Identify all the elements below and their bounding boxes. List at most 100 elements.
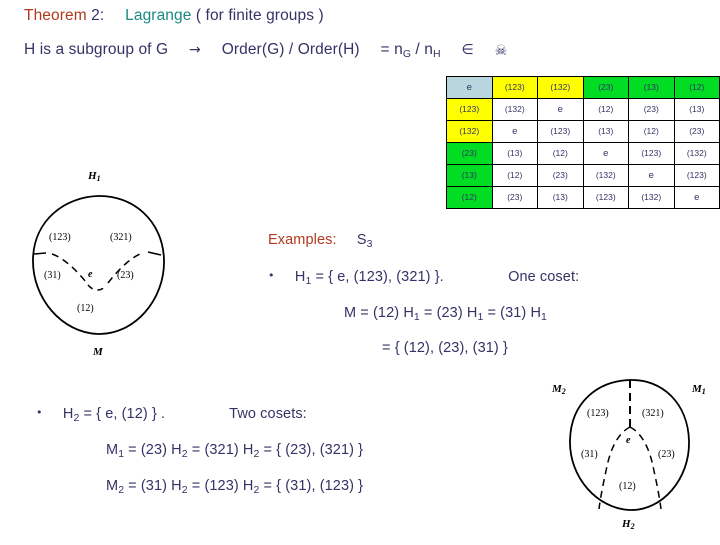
table-row: (132) e (123) (13) (12) (23)	[446, 120, 720, 143]
statement-ng: n	[394, 41, 403, 58]
table-cell: e	[491, 120, 538, 143]
cayley-table-body: e (123) (132) (23) (13) (12) (123) (132)…	[446, 76, 720, 209]
diagram-label-h2-text: H	[622, 518, 631, 530]
table-cell: (23)	[628, 98, 675, 121]
m-coset-line: M = (12) H1 = (23) H1 = (31) H1	[344, 305, 547, 323]
m2-symbol-sub: 2	[118, 483, 125, 496]
divider-inner-right	[629, 426, 662, 510]
diagram-element-123: (123)	[49, 232, 71, 243]
m-coset-sub3: 1	[541, 310, 547, 323]
table-header-cell: (13)	[628, 76, 675, 99]
diagram-element-31: (31)	[44, 270, 61, 281]
statement-part2: Order(G) / Order(H)	[221, 41, 360, 58]
diagram-element-12: (12)	[619, 481, 636, 492]
table-cell: (12)	[582, 98, 629, 121]
divider-bottom	[87, 284, 107, 291]
m-coset-sub2: 1	[477, 310, 484, 323]
m1-symbol: M	[106, 442, 119, 458]
m1-part-b: = (321) H	[191, 442, 254, 458]
table-row-header: (23)	[446, 142, 493, 165]
table-row-header: (12)	[446, 186, 493, 209]
examples-group: S	[356, 232, 367, 248]
diagram-label-m: M	[93, 346, 103, 358]
coset-diagram-h1-graphic	[32, 195, 165, 335]
table-cell: (123)	[673, 164, 720, 187]
diagram-element-31: (31)	[581, 449, 598, 460]
table-cell: (132)	[628, 186, 675, 209]
examples-heading: Examples: S3	[268, 232, 373, 250]
title-name: Lagrange	[125, 7, 192, 24]
table-cell: e	[537, 98, 584, 121]
bullet-icon: •	[268, 269, 275, 282]
diagram-label-h1-sub: 1	[96, 174, 101, 183]
table-cell: (23)	[491, 186, 538, 209]
table-row-header: (132)	[446, 120, 493, 143]
table-cell: e	[628, 164, 675, 187]
divider-tick-right	[147, 251, 162, 256]
coset-diagram-h1: H1 M (123) (321) (31) e (23) (12)	[20, 170, 195, 365]
statement-equals: =	[380, 41, 390, 58]
table-row: e (123) (132) (23) (13) (12)	[446, 76, 720, 99]
diagram-element-12: (12)	[77, 303, 94, 314]
coset-diagram-h2: M2 M1 H2 (123) (321) (31) e (23) (12)	[540, 375, 720, 540]
divider-tick-left	[33, 252, 47, 255]
m-coset-part1: M = (12) H	[344, 305, 414, 321]
m2-symbol: M	[106, 478, 119, 494]
diagram-label-m1-text: M	[692, 383, 702, 395]
table-header-cell: (12)	[673, 76, 720, 99]
m2-part-a: = (31) H	[128, 478, 182, 494]
m1-part-a-sub: 2	[181, 447, 188, 460]
table-header-cell: (123)	[491, 76, 538, 99]
table-cell: (123)	[537, 120, 584, 143]
diagram-label-m2-sub: 2	[561, 387, 566, 396]
table-cell: (13)	[491, 142, 538, 165]
table-cell: (123)	[628, 142, 675, 165]
one-coset-label: One coset:	[508, 269, 580, 285]
diagram-label-m2-text: M	[552, 383, 562, 395]
h1-symbol: H	[294, 269, 306, 285]
diagram-label-m2: M2	[552, 383, 566, 396]
h2-symbol-sub: 2	[73, 411, 80, 424]
h1-definition-line: • H1 = { e, (123), (321) }. One coset:	[268, 269, 579, 287]
element-of-icon: ∈	[461, 42, 474, 58]
table-cell: (123)	[582, 186, 629, 209]
diagram-label-h1: H1	[88, 170, 101, 183]
m-coset-value-line: = { (12), (23), (31) }	[382, 340, 508, 356]
diagram-element-e: e	[626, 435, 631, 446]
diagram-label-m1: M1	[692, 383, 706, 396]
m2-coset-line: M2 = (31) H2 = (123) H2 = { (31), (123) …	[106, 478, 363, 496]
diagram-element-321: (321)	[110, 232, 132, 243]
table-cell: (132)	[673, 142, 720, 165]
table-header-cell: e	[446, 76, 493, 99]
table-cell: (23)	[537, 164, 584, 187]
two-cosets-label: Two cosets:	[229, 406, 307, 422]
table-cell: (12)	[537, 142, 584, 165]
h2-value: = { e, (12) } .	[83, 406, 166, 422]
m-coset-sub1: 1	[413, 310, 420, 323]
diagram-label-m1-sub: 1	[701, 387, 706, 396]
implies-arrow-icon: →	[189, 42, 201, 58]
table-cell: (13)	[673, 98, 720, 121]
table-cell: (132)	[491, 98, 538, 121]
diagram-label-h2: H2	[622, 518, 635, 531]
diagram-label-h1-text: H	[88, 170, 97, 182]
examples-group-sub: 3	[366, 237, 373, 250]
page-title: Theorem 2: Lagrange ( for finite groups …	[24, 7, 324, 25]
m2-part-c: = { (31), (123) }	[263, 478, 364, 494]
diagram-element-23: (23)	[117, 270, 134, 281]
table-row-header: (13)	[446, 164, 493, 187]
table-cell: (12)	[491, 164, 538, 187]
slide-canvas: Theorem 2: Lagrange ( for finite groups …	[0, 0, 720, 540]
m2-part-b-sub: 2	[253, 483, 260, 496]
table-header-cell: (132)	[537, 76, 584, 99]
diagram-element-123: (123)	[587, 408, 609, 419]
m1-part-a: = (23) H	[128, 442, 182, 458]
h1-value: = { e, (123), (321) }.	[315, 269, 444, 285]
table-row: (123) (132) e (12) (23) (13)	[446, 98, 720, 121]
table-cell: e	[582, 142, 629, 165]
diagram-element-321: (321)	[642, 408, 664, 419]
table-row: (12) (23) (13) (123) (132) e	[446, 186, 720, 209]
m1-symbol-sub: 1	[118, 447, 125, 460]
examples-label: Examples:	[268, 232, 337, 248]
table-row-header: (123)	[446, 98, 493, 121]
